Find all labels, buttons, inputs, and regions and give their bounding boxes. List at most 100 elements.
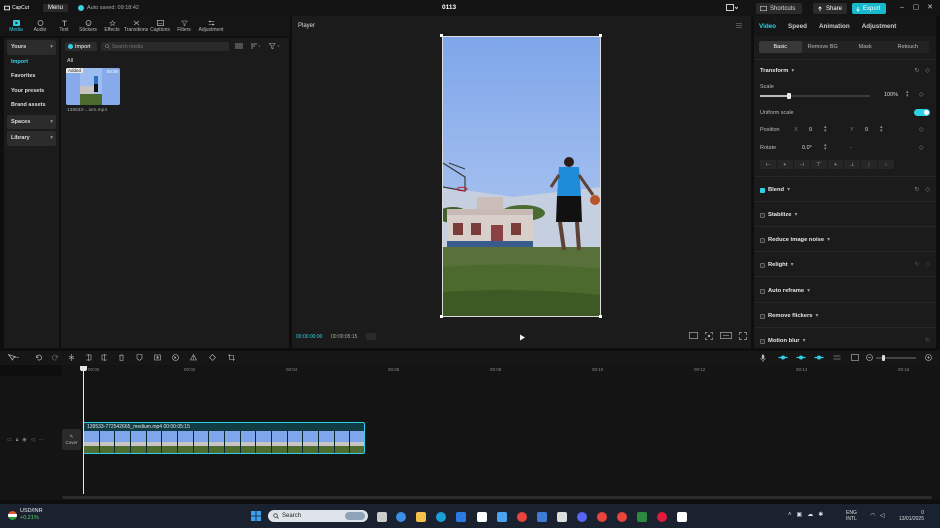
motion-blur-checkbox[interactable] [760, 338, 765, 344]
relight-checkbox[interactable] [760, 262, 765, 268]
reset-icon[interactable]: ↻ [914, 186, 919, 193]
tab-animation[interactable]: Animation [819, 23, 850, 30]
auto-reframe-section[interactable]: Auto reframe ▾ [760, 288, 810, 294]
keyframe-icon[interactable]: ◇ [919, 144, 924, 151]
linkage-icon[interactable] [814, 354, 824, 361]
app-icon[interactable] [497, 512, 507, 522]
sidebar-item-your-presets[interactable]: Your presets [4, 84, 59, 99]
reverse-icon[interactable] [172, 354, 179, 361]
rotate-icon[interactable] [209, 354, 216, 361]
sidebar-item-import[interactable]: Import [4, 55, 59, 70]
playhead-handle[interactable] [80, 366, 87, 371]
align-right-icon[interactable]: ⊣ [793, 160, 810, 169]
copilot-icon[interactable] [396, 512, 406, 522]
tool-captions[interactable]: Captions [148, 20, 172, 36]
keyframe-icon[interactable]: ◇ [925, 186, 930, 193]
maximize-icon[interactable]: ▢ [911, 3, 921, 13]
zoom-in-icon[interactable] [925, 354, 932, 361]
timecode-format-icon[interactable] [366, 333, 376, 340]
aspect-ratio-icon[interactable] [720, 332, 732, 339]
wifi-icon[interactable]: ◠ [870, 512, 875, 519]
volume-icon[interactable]: ◁ [880, 512, 885, 519]
marker-icon[interactable] [136, 354, 143, 361]
stock-widget[interactable]: USD/INR +0.21% [8, 508, 43, 522]
select-tool-icon[interactable] [8, 354, 20, 361]
tool-filters[interactable]: Filters [172, 20, 196, 36]
zoom-slider[interactable] [876, 355, 916, 361]
app-icon[interactable] [537, 512, 547, 522]
blend-checkbox[interactable] [760, 187, 765, 193]
track-layout-icon[interactable]: ▭ [7, 437, 12, 443]
app-icon[interactable] [657, 512, 667, 522]
onedrive-icon[interactable]: ☁︎ [807, 511, 813, 518]
video-clip[interactable]: 139533-772542665_medium.mp4 00:00:05:15 [83, 422, 365, 454]
distribute-h-icon[interactable]: ∥ [861, 160, 878, 169]
speaker-icon[interactable]: ◁ [31, 437, 35, 443]
sidebar-group-library[interactable]: Library ▾ [7, 131, 56, 146]
timeline-ruler[interactable]: 00:00 00:02 00:04 00:06 00:08 00:10 00:1… [62, 365, 940, 376]
edge-icon[interactable] [436, 512, 446, 522]
taskbar-clock[interactable]: 0 13/01/2025 [890, 510, 924, 522]
scale-stepper-icon[interactable]: ▴ ▾ [906, 90, 909, 99]
chevron-up-icon[interactable]: ˄ [788, 512, 792, 518]
resize-handle-br[interactable] [599, 315, 602, 318]
windows-start-icon[interactable] [251, 511, 261, 521]
keyframe-icon[interactable]: ◇ [919, 91, 924, 98]
main-track-magnet-icon[interactable] [778, 354, 788, 361]
store-icon[interactable] [456, 512, 466, 522]
more-icon[interactable]: ⋯ [39, 437, 44, 443]
minimize-icon[interactable]: – [897, 3, 907, 13]
timeline-scrollbar[interactable] [62, 496, 932, 499]
pos-x-stepper-icon[interactable]: ▴ ▾ [824, 125, 827, 134]
eye-icon[interactable]: ◉ [22, 437, 26, 443]
close-icon[interactable]: ✕ [925, 3, 935, 13]
noise-checkbox[interactable] [760, 237, 765, 243]
zoom-fit-icon[interactable] [705, 332, 713, 340]
keyframe-icon[interactable]: ◇ [925, 67, 930, 74]
sidebar-item-brand-assets[interactable]: Brand assets [4, 98, 59, 113]
play-button[interactable] [519, 334, 526, 341]
language-indicator[interactable]: ENG INTL [846, 510, 857, 522]
sidebar-group-yours[interactable]: Yours ▾ [7, 40, 56, 55]
split-left-icon[interactable] [85, 354, 92, 361]
motion-blur-section[interactable]: Motion blur ▾ [760, 338, 805, 344]
sidebar-group-spaces[interactable]: Spaces ▾ [7, 114, 56, 129]
resize-handle-bl[interactable] [440, 315, 443, 318]
pos-x-value[interactable]: 0 [809, 127, 812, 133]
app-tray-icon[interactable]: ▣ [797, 511, 803, 518]
preview-axis-icon[interactable] [833, 354, 841, 361]
filter-all[interactable]: All [67, 58, 73, 64]
delete-icon[interactable] [118, 354, 125, 361]
microphone-icon[interactable] [760, 354, 766, 362]
reset-icon[interactable]: ↻ [914, 67, 919, 74]
share-button[interactable]: Share [813, 3, 847, 14]
keyframe-icon[interactable]: ◇ [925, 261, 930, 268]
search-input[interactable] [112, 43, 222, 50]
transform-section[interactable]: Transform ▾ [760, 68, 794, 74]
app-icon[interactable] [557, 512, 567, 522]
lock-icon[interactable]: 🔒︎ [16, 437, 19, 443]
chrome-icon[interactable] [517, 512, 527, 522]
subtab-basic[interactable]: Basic [759, 41, 802, 53]
zoom-out-icon[interactable] [866, 354, 873, 361]
remove-flickers-checkbox[interactable] [760, 313, 765, 319]
tool-effects[interactable]: Effects [100, 20, 124, 36]
zoom-slider-knob[interactable] [882, 355, 885, 361]
search-box[interactable] [101, 42, 229, 51]
media-thumbnail[interactable]: Added 00:06 [66, 68, 120, 105]
cover-button[interactable]: ✎ Cover [62, 429, 81, 450]
resize-handle-tr[interactable] [599, 34, 602, 37]
pos-y-value[interactable]: 0 [865, 127, 868, 133]
blend-section[interactable]: Blend ▾ [760, 187, 790, 193]
undo-icon[interactable] [35, 354, 42, 361]
split-right-icon[interactable] [101, 354, 108, 361]
taskbar-search[interactable]: Search [268, 510, 368, 522]
scale-value[interactable]: 100% [884, 92, 898, 98]
stabilize-checkbox[interactable] [760, 212, 765, 218]
tool-adjustment[interactable]: Adjustment [196, 20, 226, 36]
align-center-h-icon[interactable]: + [776, 160, 793, 169]
pos-y-stepper-icon[interactable]: ▴ ▾ [880, 125, 883, 134]
tool-audio[interactable]: Audio [28, 20, 52, 36]
task-view-icon[interactable] [377, 512, 387, 522]
list-view-icon[interactable] [235, 43, 243, 49]
